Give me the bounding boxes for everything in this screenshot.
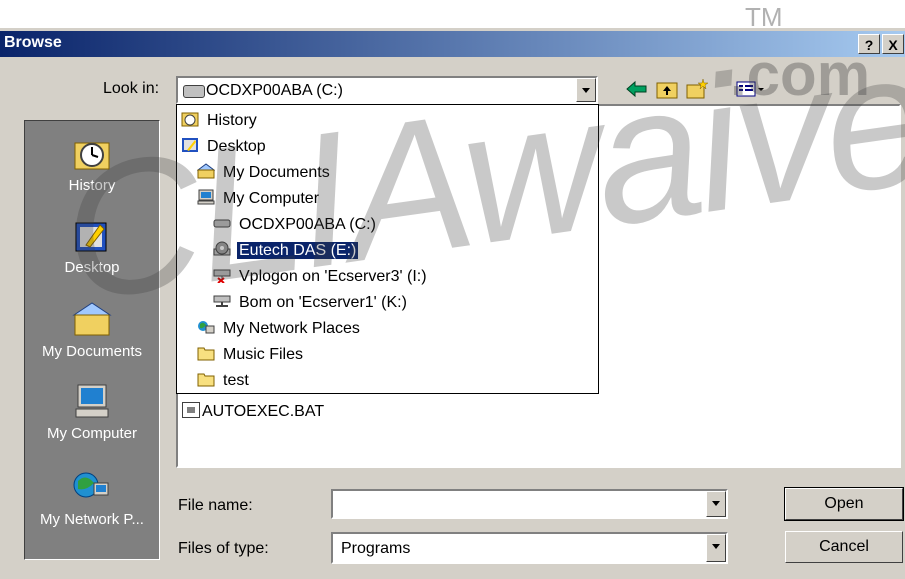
dropdown-item-i-drive[interactable]: Vplogon on 'Ecserver3' (I:) bbox=[213, 265, 429, 289]
dropdown-item-label: Bom on 'Ecserver1' (K:) bbox=[239, 294, 407, 311]
dropdown-item-label: Eutech DAS (E:) bbox=[235, 241, 360, 260]
my-computer-icon bbox=[75, 384, 109, 418]
look-in-dropdown-button[interactable] bbox=[576, 78, 596, 102]
desktop-icon bbox=[75, 222, 107, 252]
my-documents-icon bbox=[197, 163, 215, 179]
disconnected-network-drive-icon bbox=[213, 269, 231, 283]
places-my-documents-label: My Documents bbox=[41, 343, 143, 360]
my-computer-icon bbox=[197, 189, 215, 205]
file-name-input[interactable] bbox=[331, 489, 728, 519]
dropdown-item-music-files[interactable]: Music Files bbox=[197, 343, 305, 367]
dropdown-item-label: Vplogon on 'Ecserver3' (I:) bbox=[239, 268, 427, 285]
desktop-icon bbox=[182, 138, 198, 152]
places-desktop-label: Desktop bbox=[64, 259, 120, 276]
dropdown-item-k-drive[interactable]: Bom on 'Ecserver1' (K:) bbox=[213, 291, 409, 315]
files-of-type-dropdown-button[interactable] bbox=[706, 534, 726, 562]
dropdown-item-c-drive[interactable]: OCDXP00ABA (C:) bbox=[213, 213, 378, 237]
title-bar[interactable]: Browse bbox=[0, 31, 905, 57]
network-drive-icon bbox=[213, 295, 231, 307]
places-history[interactable]: History bbox=[25, 135, 159, 194]
up-folder-icon[interactable] bbox=[655, 78, 679, 100]
dropdown-item-label: test bbox=[223, 372, 249, 389]
file-item-label: AUTOEXEC.BAT bbox=[202, 403, 325, 420]
places-history-label: History bbox=[68, 177, 116, 194]
network-places-icon bbox=[73, 472, 109, 498]
help-button[interactable]: ? bbox=[858, 34, 880, 54]
hard-drive-icon bbox=[213, 219, 231, 228]
look-in-value: OCDXP00ABA (C:) bbox=[206, 82, 343, 99]
dropdown-item-label: History bbox=[207, 112, 257, 129]
dropdown-item-label: My Network Places bbox=[223, 320, 360, 337]
cd-drive-icon bbox=[213, 241, 231, 256]
dropdown-item-test[interactable]: test bbox=[197, 369, 251, 393]
places-my-network[interactable]: My Network P... bbox=[25, 469, 159, 528]
folder-icon bbox=[197, 347, 215, 361]
folder-icon bbox=[197, 373, 215, 387]
dropdown-item-e-drive[interactable]: Eutech DAS (E:) bbox=[213, 239, 360, 263]
places-my-network-label: My Network P... bbox=[40, 511, 144, 528]
dropdown-item-label: OCDXP00ABA (C:) bbox=[239, 216, 376, 233]
batch-file-icon bbox=[182, 402, 200, 418]
files-of-type-label: Files of type: bbox=[178, 540, 269, 557]
file-name-dropdown-button[interactable] bbox=[706, 491, 726, 517]
file-name-label: File name: bbox=[178, 497, 253, 514]
dropdown-item-label: My Computer bbox=[223, 190, 320, 207]
places-bar: History Desktop My Documents My Computer… bbox=[24, 120, 160, 560]
look-in-label: Look in: bbox=[103, 80, 160, 97]
places-desktop[interactable]: Desktop bbox=[25, 217, 159, 276]
list-item[interactable]: AUTOEXEC.BAT bbox=[182, 400, 326, 424]
history-icon bbox=[181, 112, 199, 127]
open-button[interactable]: Open bbox=[784, 487, 904, 521]
close-button[interactable]: X bbox=[882, 34, 904, 54]
places-my-computer[interactable]: My Computer bbox=[25, 383, 159, 442]
dropdown-item-history[interactable]: History bbox=[181, 109, 259, 133]
dropdown-item-label: My Documents bbox=[223, 164, 330, 181]
dropdown-item-desktop[interactable]: Desktop bbox=[181, 135, 268, 159]
hard-drive-icon bbox=[183, 85, 205, 98]
history-icon bbox=[74, 142, 110, 170]
look-in-combo[interactable]: OCDXP00ABA (C:) bbox=[176, 76, 598, 104]
places-my-computer-label: My Computer bbox=[46, 425, 138, 442]
top-margin bbox=[0, 0, 905, 28]
cancel-button[interactable]: Cancel bbox=[785, 531, 903, 563]
new-folder-icon[interactable] bbox=[685, 78, 709, 100]
dropdown-item-my-documents[interactable]: My Documents bbox=[197, 161, 332, 185]
back-arrow-icon[interactable] bbox=[625, 78, 649, 100]
places-my-documents[interactable]: My Documents bbox=[25, 301, 159, 360]
files-of-type-value: Programs bbox=[341, 540, 411, 557]
dropdown-item-my-computer[interactable]: My Computer bbox=[197, 187, 321, 211]
dropdown-item-label: Music Files bbox=[223, 346, 304, 363]
dropdown-item-label: Desktop bbox=[207, 138, 266, 155]
look-in-dropdown-list[interactable]: History Desktop My Documents My Computer… bbox=[176, 104, 599, 394]
files-of-type-select[interactable]: Programs bbox=[331, 532, 728, 564]
dropdown-item-network-places[interactable]: My Network Places bbox=[197, 317, 362, 341]
network-places-icon bbox=[198, 321, 215, 334]
browse-dialog: Browse ? X Look in: OCDXP00ABA (C:) Hist… bbox=[0, 0, 905, 579]
view-menu-icon[interactable] bbox=[735, 78, 767, 100]
my-documents-icon bbox=[72, 302, 112, 336]
dialog-title: Browse bbox=[4, 34, 62, 51]
